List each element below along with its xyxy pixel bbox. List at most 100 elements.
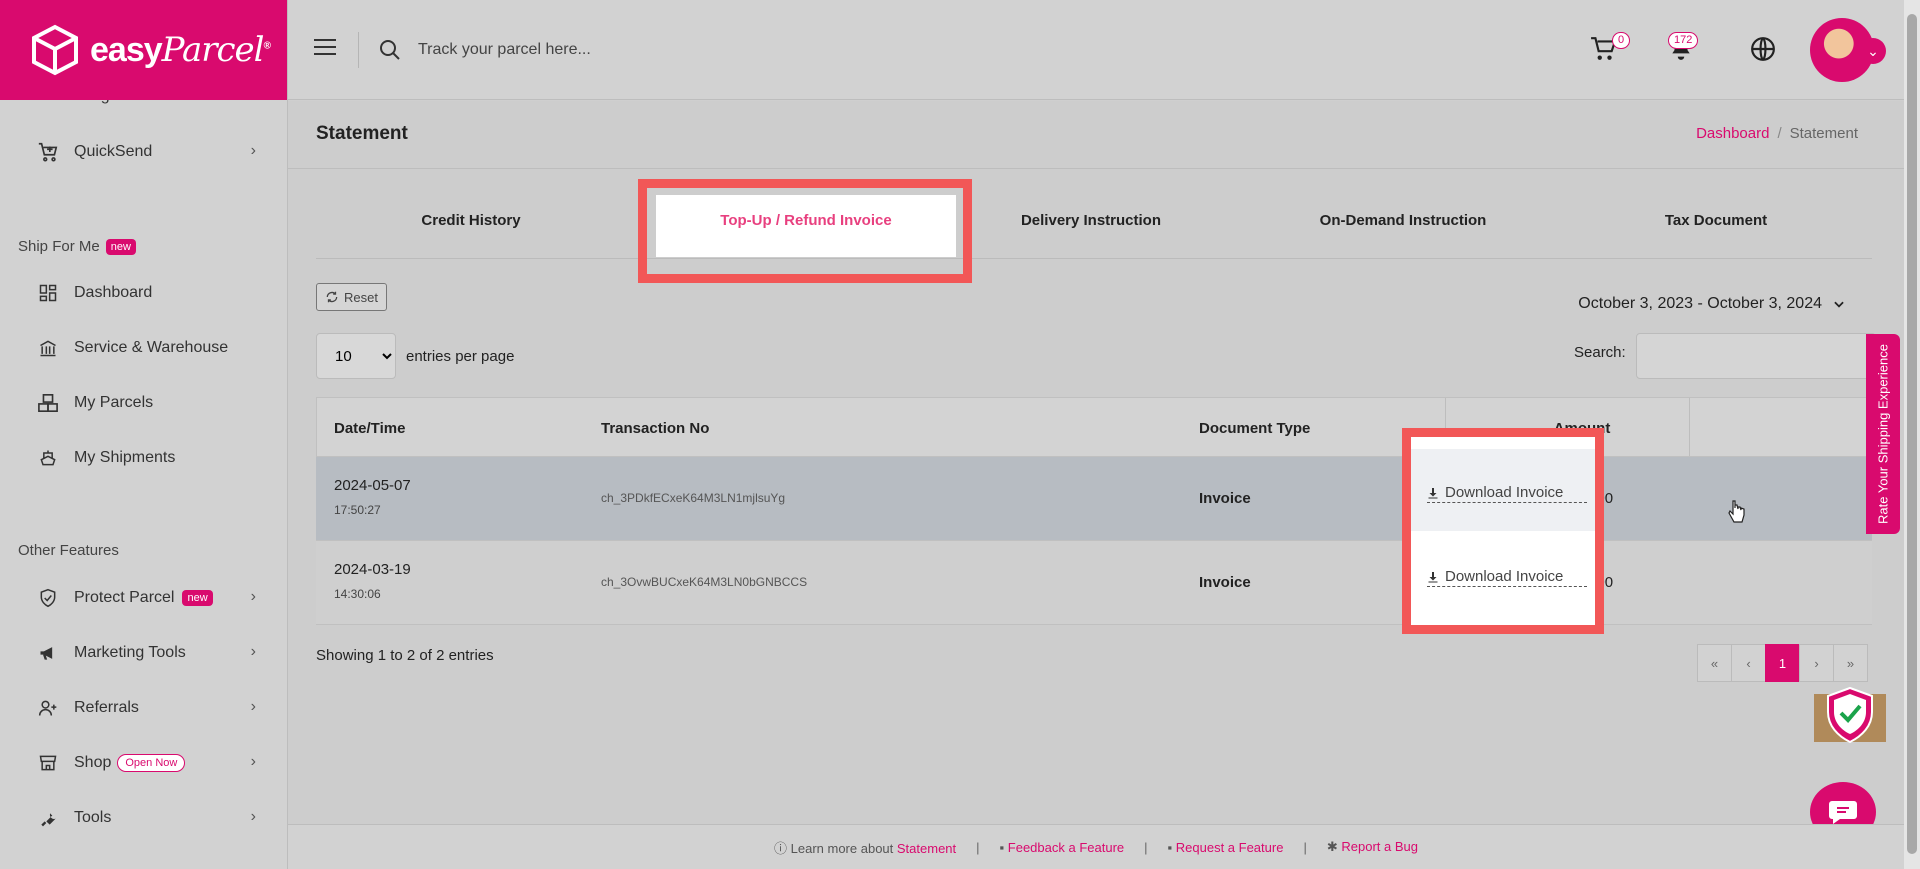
sidebar-item-referrals[interactable]: Referrals › bbox=[36, 688, 256, 728]
entries-per-page-select[interactable]: 10 bbox=[316, 333, 396, 379]
easycover-shield-icon bbox=[1814, 686, 1886, 744]
wrench-icon bbox=[36, 806, 60, 830]
footer-separator: | bbox=[1303, 839, 1307, 855]
sidebar-item-shop[interactable]: Shop Open Now › bbox=[36, 743, 256, 783]
footer-separator: | bbox=[976, 839, 980, 855]
row-date: 2024-03-19 bbox=[334, 561, 411, 578]
shield-check-icon bbox=[36, 586, 60, 610]
tab-on-demand-instruction[interactable]: On-Demand Instruction bbox=[1248, 181, 1558, 259]
store-icon bbox=[36, 751, 60, 775]
feedback-link[interactable]: Feedback a Feature bbox=[1008, 840, 1124, 855]
scrollbar-thumb[interactable] bbox=[1907, 14, 1917, 854]
bug-icon: ✱ bbox=[1326, 839, 1338, 854]
reset-button[interactable]: Reset bbox=[316, 283, 387, 311]
sidebar-item-tools[interactable]: Tools › bbox=[36, 798, 256, 838]
brand-name: easyParcel® bbox=[90, 30, 271, 70]
download-label: Download Invoice bbox=[1445, 568, 1564, 585]
header-document-type[interactable]: Document Type bbox=[1199, 420, 1310, 437]
tab-delivery-instruction[interactable]: Delivery Instruction bbox=[936, 181, 1246, 259]
download-invoice-button[interactable]: Download Invoice bbox=[1427, 568, 1587, 587]
learn-more: ⓘ Learn more about Statement bbox=[774, 838, 956, 857]
chevron-right-icon: › bbox=[250, 142, 256, 159]
boxes-icon bbox=[36, 391, 60, 415]
dashboard-icon bbox=[36, 281, 60, 305]
sidebar-item-quicksend[interactable]: QuickSend › bbox=[36, 132, 256, 172]
cart-plus-icon bbox=[36, 140, 60, 164]
sidebar-item-marketing-tools[interactable]: Marketing Tools › bbox=[36, 633, 256, 673]
menu-icon[interactable] bbox=[314, 39, 336, 60]
main-content: Statement Dashboard / Statement Credit His… bbox=[288, 101, 1904, 824]
megaphone-icon bbox=[36, 641, 60, 665]
sidebar-item-service-warehouse[interactable]: Service & Warehouse bbox=[36, 328, 256, 368]
download-label: Download Invoice bbox=[1445, 484, 1564, 501]
user-plus-icon bbox=[36, 696, 60, 720]
ship-icon bbox=[36, 446, 60, 470]
sidebar-item-label: QuickSend bbox=[74, 143, 153, 160]
table-header: Date/Time Transaction No Document Type A… bbox=[316, 397, 1872, 457]
tab-topup-refund-invoice[interactable]: Top-Up / Refund Invoice bbox=[651, 181, 961, 259]
chevron-down-icon[interactable]: ⌄ bbox=[1860, 38, 1886, 64]
reset-label: Reset bbox=[344, 289, 378, 305]
request-item: ▪ Request a Feature bbox=[1168, 840, 1284, 855]
sidebar-item-label: Tools bbox=[74, 809, 112, 826]
bug-item: ✱ Report a Bug bbox=[1327, 839, 1418, 855]
footer: ⓘ Learn more about Statement | ▪ Feedbac… bbox=[288, 824, 1904, 869]
brand-logo: easyParcel® bbox=[30, 24, 271, 76]
page-title: Statement bbox=[316, 123, 408, 144]
language-button[interactable] bbox=[1750, 36, 1776, 67]
section-ship-for-me: Ship For Me new bbox=[18, 238, 136, 255]
download-icon bbox=[1428, 487, 1438, 498]
table-search-input[interactable] bbox=[1636, 333, 1876, 379]
easycover-badge[interactable] bbox=[1812, 686, 1888, 752]
download-icon bbox=[1428, 571, 1438, 582]
header-date[interactable]: Date/Time bbox=[334, 420, 405, 437]
table-row: 2024-03-19 14:30:06 ch_3OvwBUCxeK64M3LN0… bbox=[316, 541, 1872, 625]
report-bug-link[interactable]: Report a Bug bbox=[1341, 839, 1418, 854]
page-next-button[interactable]: › bbox=[1799, 644, 1834, 682]
download-invoice-button[interactable]: Download Invoice bbox=[1427, 484, 1587, 503]
download-highlight-box: Download Invoice Download Invoice bbox=[1402, 428, 1604, 634]
warehouse-icon bbox=[36, 336, 60, 360]
pagination: « ‹ 1 › » bbox=[1697, 644, 1868, 682]
refresh-icon bbox=[326, 291, 338, 303]
search-icon bbox=[380, 40, 400, 60]
footer-separator: | bbox=[1144, 839, 1148, 855]
page-last-button[interactable]: » bbox=[1833, 644, 1868, 682]
sidebar-item-my-shipments[interactable]: My Shipments bbox=[36, 438, 256, 478]
question-icon: ⓘ bbox=[774, 840, 788, 856]
breadcrumb-dashboard-link[interactable]: Dashboard bbox=[1696, 125, 1769, 142]
section-other-features: Other Features bbox=[18, 542, 119, 559]
sidebar-item-dashboard[interactable]: Dashboard bbox=[36, 273, 256, 313]
brand-header[interactable]: easyParcel® bbox=[0, 0, 287, 100]
tab-credit-history[interactable]: Credit History bbox=[316, 181, 626, 259]
tab-tax-document[interactable]: Tax Document bbox=[1561, 181, 1871, 259]
row-transaction-no: ch_3OvwBUCxeK64M3LN0bGNBCCS bbox=[601, 575, 808, 589]
page-1-button[interactable]: 1 bbox=[1765, 644, 1800, 682]
section-label: Ship For Me bbox=[18, 238, 100, 255]
globe-icon bbox=[1751, 37, 1775, 61]
page-prev-button[interactable]: ‹ bbox=[1731, 644, 1766, 682]
column-divider bbox=[1689, 398, 1690, 456]
row-document-type: Invoice bbox=[1199, 574, 1251, 591]
comment-icon: ▪ bbox=[999, 839, 1005, 855]
request-feature-link[interactable]: Request a Feature bbox=[1176, 840, 1284, 855]
topbar: 0 172 ⌄ bbox=[288, 0, 1904, 100]
breadcrumb: Dashboard / Statement bbox=[1696, 125, 1858, 142]
new-badge: new bbox=[182, 590, 213, 606]
learn-more-statement-link[interactable]: Statement bbox=[897, 841, 956, 856]
sidebar-item-my-parcels[interactable]: My Parcels bbox=[36, 383, 256, 423]
date-range-value: October 3, 2023 - October 3, 2024 bbox=[1578, 295, 1822, 312]
message-icon: ▪ bbox=[1167, 839, 1173, 855]
header-transaction-no[interactable]: Transaction No bbox=[601, 420, 709, 437]
track-parcel-input[interactable] bbox=[418, 32, 918, 68]
sidebar-item-protect-parcel[interactable]: Protect Parcel new › bbox=[36, 578, 256, 618]
scrollbar[interactable] bbox=[1904, 0, 1920, 869]
section-label: Other Features bbox=[18, 542, 119, 559]
chevron-right-icon: › bbox=[250, 753, 256, 770]
chevron-right-icon: › bbox=[250, 808, 256, 825]
chat-icon bbox=[1829, 801, 1857, 824]
breadcrumb-separator: / bbox=[1777, 125, 1782, 142]
date-range-picker[interactable]: October 3, 2023 - October 3, 2024 bbox=[1578, 295, 1846, 313]
rate-experience-tab[interactable]: Rate Your Shipping Experience bbox=[1866, 334, 1900, 534]
page-first-button[interactable]: « bbox=[1697, 644, 1732, 682]
